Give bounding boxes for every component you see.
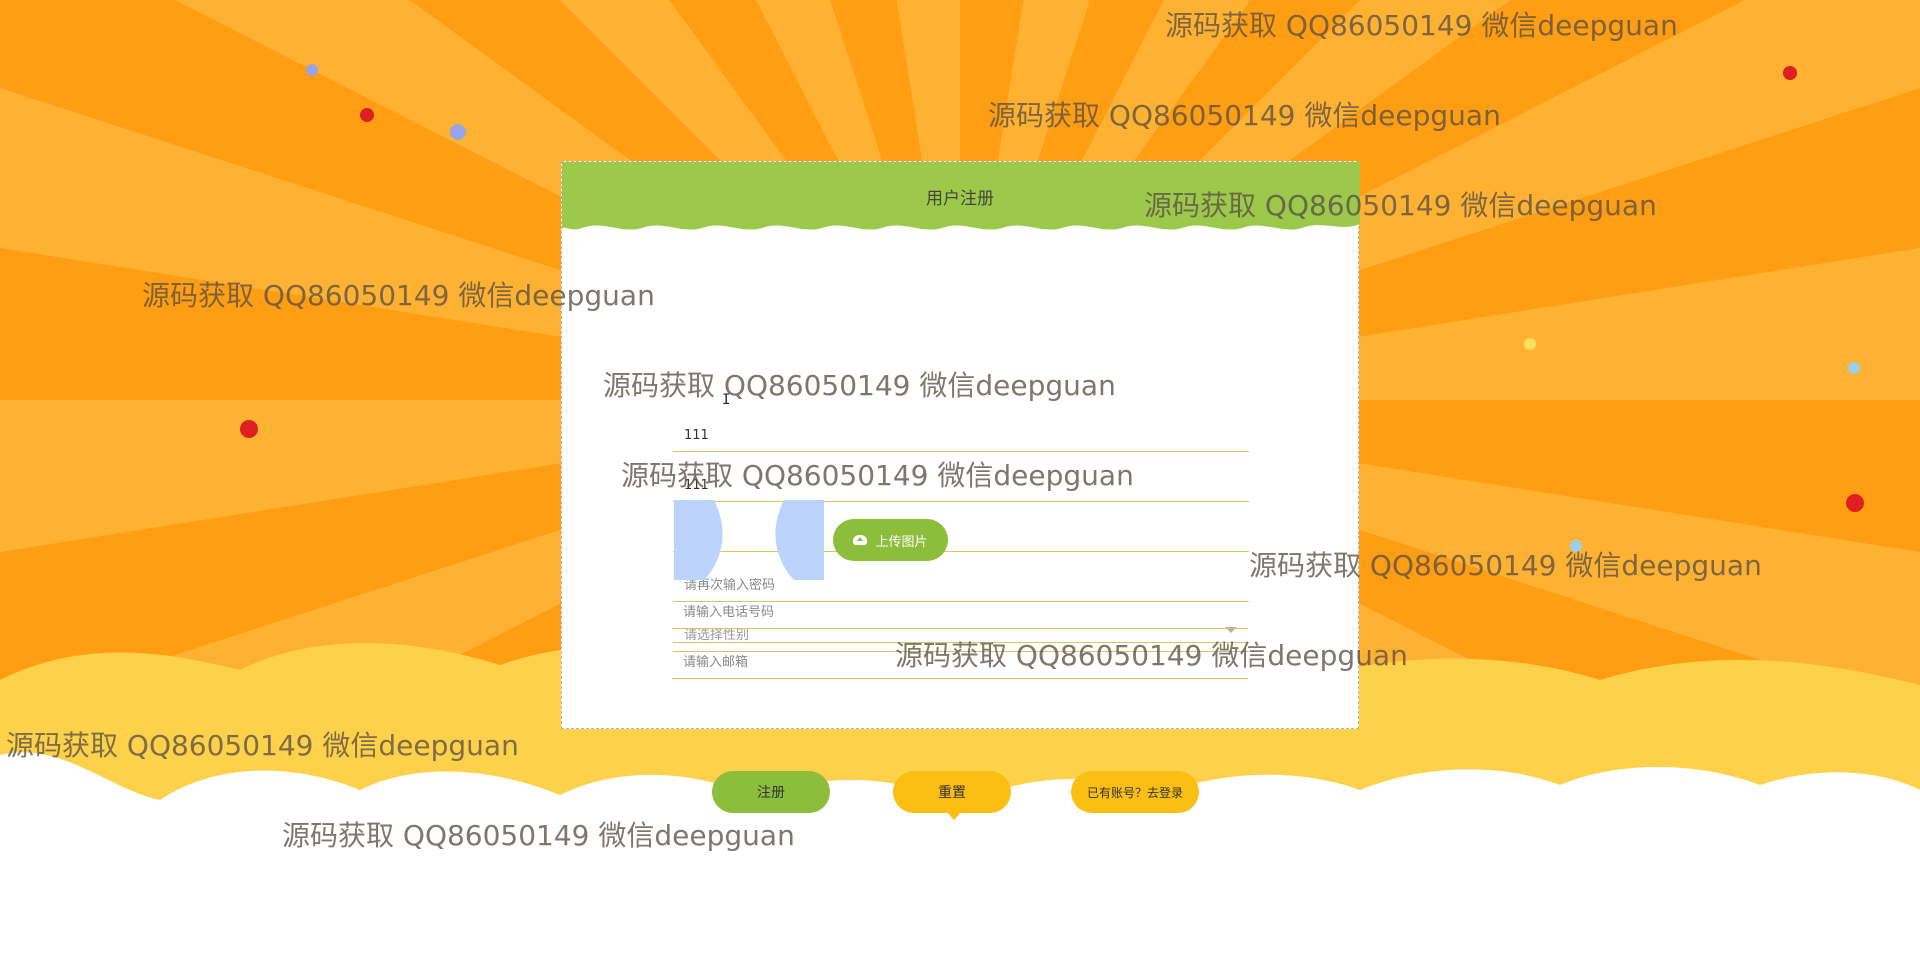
email-input[interactable]: [683, 655, 1223, 670]
username-input[interactable]: [684, 428, 1224, 443]
register-button[interactable]: 注册: [712, 771, 830, 813]
phone-input[interactable]: [683, 605, 1223, 620]
upload-image-label: 上传图片: [875, 534, 928, 550]
confetti-dot: [450, 124, 466, 140]
confetti-dot: [360, 108, 374, 122]
phone-field-line: [672, 579, 1248, 629]
confetti-dot: [1846, 494, 1864, 512]
realname-input[interactable]: [684, 478, 1224, 493]
page-title: 用户注册: [926, 189, 994, 209]
confetti-dot: [1524, 338, 1536, 350]
upload-image-button[interactable]: 上传图片: [833, 519, 948, 561]
avatar-placeholder: [674, 500, 824, 580]
confetti-dot: [1783, 66, 1797, 80]
reset-button[interactable]: 重置: [893, 771, 1011, 813]
confetti-dot: [306, 64, 318, 76]
realname-field: [673, 452, 1249, 502]
username-field: [673, 402, 1249, 452]
confetti-dot: [240, 420, 258, 438]
confetti-dot: [1848, 362, 1860, 374]
cloud-upload-icon: [853, 535, 868, 545]
email-field-line: [672, 629, 1248, 679]
mouse-ibeam-cursor: I: [722, 392, 731, 408]
confetti-dot: [1570, 540, 1582, 552]
card-header: 用户注册: [562, 162, 1360, 242]
go-login-button[interactable]: 已有账号？去登录: [1071, 771, 1199, 813]
reset-button-tip: [947, 812, 961, 820]
